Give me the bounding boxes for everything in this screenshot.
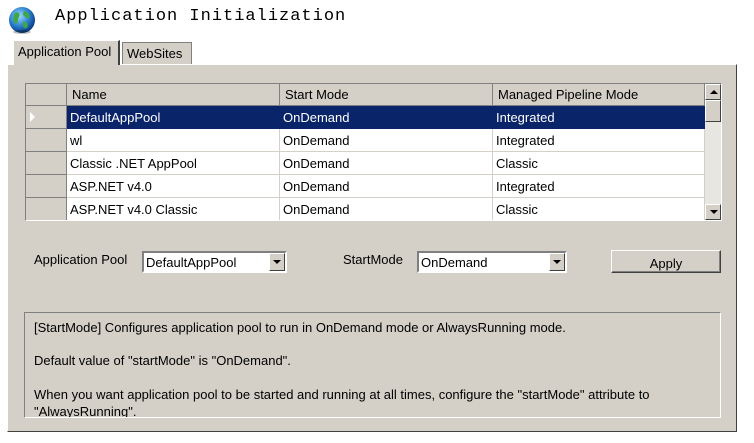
column-header-name[interactable]: Name: [67, 84, 280, 106]
cell-pipeline-mode[interactable]: Classic: [493, 152, 705, 175]
cell-start-mode[interactable]: OnDemand: [280, 129, 493, 152]
cell-pipeline-mode[interactable]: Integrated: [493, 175, 705, 198]
cell-pipeline-mode[interactable]: Integrated: [493, 106, 705, 129]
start-mode-select-value: OnDemand: [421, 255, 488, 270]
row-selector[interactable]: [26, 106, 67, 129]
table-row[interactable]: Classic .NET AppPool OnDemand Classic: [26, 152, 705, 175]
table-row[interactable]: ASP.NET v4.0 Classic OnDemand Classic: [26, 198, 705, 220]
tab-websites[interactable]: WebSites: [122, 42, 192, 64]
grid-header: Name Start Mode Managed Pipeline Mode: [26, 84, 705, 106]
cell-name[interactable]: ASP.NET v4.0: [67, 175, 280, 198]
row-selector[interactable]: [26, 129, 67, 152]
tab-application-pool[interactable]: Application Pool: [13, 40, 120, 65]
header-corner: [26, 84, 67, 106]
table-row[interactable]: ASP.NET v4.0 OnDemand Integrated: [26, 175, 705, 198]
cell-pipeline-mode[interactable]: Integrated: [493, 129, 705, 152]
scroll-down-button[interactable]: [705, 204, 721, 220]
cell-pipeline-mode[interactable]: Classic: [493, 198, 705, 220]
app-pool-label: Application Pool: [34, 252, 128, 267]
table-row[interactable]: DefaultAppPool OnDemand Integrated: [26, 106, 705, 129]
cell-start-mode[interactable]: OnDemand: [280, 106, 493, 129]
scroll-up-button[interactable]: [705, 84, 721, 100]
app-pool-select-value: DefaultAppPool: [146, 255, 237, 270]
chevron-down-icon: [553, 260, 561, 264]
chevron-down-icon: [273, 260, 281, 264]
cell-start-mode[interactable]: OnDemand: [280, 198, 493, 220]
app-pool-grid[interactable]: Name Start Mode Managed Pipeline Mode De…: [25, 83, 722, 221]
description-box: [StartMode] Configures application pool …: [24, 312, 721, 418]
cell-name[interactable]: ASP.NET v4.0 Classic: [67, 198, 280, 220]
scroll-thumb[interactable]: [705, 100, 721, 122]
header-bar: Application Initialization: [0, 0, 754, 38]
start-mode-dropdown-button[interactable]: [549, 253, 565, 271]
row-selector[interactable]: [26, 175, 67, 198]
current-row-arrow-icon: [30, 112, 35, 122]
app-pool-select[interactable]: DefaultAppPool: [142, 251, 287, 273]
apply-button[interactable]: Apply: [611, 250, 721, 273]
arrow-down-icon: [710, 210, 718, 214]
start-mode-label: StartMode: [343, 252, 403, 267]
cell-start-mode[interactable]: OnDemand: [280, 175, 493, 198]
grid-vertical-scrollbar[interactable]: [705, 84, 721, 220]
app-pool-dropdown-button[interactable]: [269, 253, 285, 271]
cell-start-mode[interactable]: OnDemand: [280, 152, 493, 175]
start-mode-select[interactable]: OnDemand: [417, 251, 567, 273]
row-selector[interactable]: [26, 198, 67, 220]
table-row[interactable]: wl OnDemand Integrated: [26, 129, 705, 152]
cell-name[interactable]: wl: [67, 129, 280, 152]
app-title: Application Initialization: [55, 7, 347, 26]
row-selector[interactable]: [26, 152, 67, 175]
arrow-up-icon: [710, 90, 718, 94]
cell-name[interactable]: DefaultAppPool: [67, 106, 280, 129]
globe-icon: [9, 7, 35, 34]
cell-name[interactable]: Classic .NET AppPool: [67, 152, 280, 175]
description-line-2: Default value of "startMode" is "OnDeman…: [34, 353, 291, 368]
description-line-1: [StartMode] Configures application pool …: [34, 320, 566, 335]
description-line-3: When you want application pool to be sta…: [34, 387, 650, 418]
column-header-pipeline-mode[interactable]: Managed Pipeline Mode: [493, 84, 705, 106]
column-header-start-mode[interactable]: Start Mode: [280, 84, 493, 106]
